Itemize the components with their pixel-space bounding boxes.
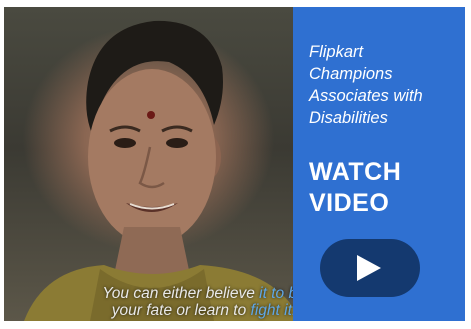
caption-line-2: your fate or learn to fight it. [111, 302, 293, 319]
caption-line-1: You can either believe it to be [102, 285, 293, 302]
play-icon [357, 255, 381, 281]
video-thumbnail[interactable]: You can either believe it to be your fat… [4, 7, 293, 321]
watch-video-link[interactable]: WATCH VIDEO [309, 157, 401, 219]
promo-title: Flipkart Champions Associates with Disab… [309, 43, 423, 127]
play-button[interactable] [320, 239, 420, 297]
woman-portrait [24, 20, 293, 321]
video-promo-card[interactable]: You can either believe it to be your fat… [4, 7, 465, 321]
promo-panel: Flipkart Champions Associates with Disab… [293, 7, 465, 321]
video-caption: You can either believe it to be your fat… [44, 285, 293, 319]
